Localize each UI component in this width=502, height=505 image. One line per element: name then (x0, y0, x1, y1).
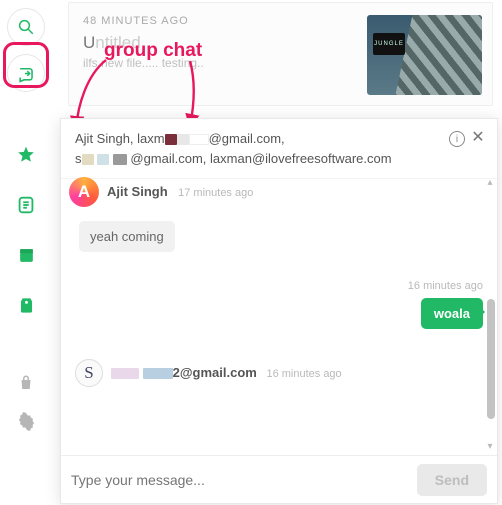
chat-panel: Ajit Singh, laxm@gmail.com, s @gmail.com… (60, 118, 498, 504)
sidebar (0, 0, 52, 505)
star-icon[interactable] (7, 136, 45, 174)
message-item: S 2@gmail.com 16 minutes ago (75, 359, 483, 387)
inbox-arrow-icon[interactable] (7, 54, 45, 92)
chat-participants: Ajit Singh, laxm@gmail.com, s @gmail.com… (61, 119, 497, 179)
info-icon[interactable]: i (449, 131, 465, 147)
message-author: Ajit Singh (107, 184, 168, 199)
avatar: S (75, 359, 103, 387)
message-bubble: yeah coming (79, 221, 175, 252)
search-icon[interactable] (7, 8, 45, 46)
scroll-down-icon[interactable]: ▾ (485, 441, 495, 453)
note-thumbnail: JUNGLE (367, 15, 482, 95)
message-time: 16 minutes ago (75, 280, 483, 292)
chat-input-bar: Send (61, 455, 497, 503)
close-icon[interactable]: ✕ (469, 129, 487, 147)
message-item: A Ajit Singh 17 minutes ago (75, 183, 483, 207)
message-time: 16 minutes ago (266, 368, 341, 380)
message-input[interactable] (71, 472, 409, 488)
message-author: 2@gmail.com (111, 365, 260, 380)
message-time: 17 minutes ago (178, 187, 253, 199)
scroll-up-icon[interactable]: ▴ (485, 177, 495, 189)
send-button[interactable]: Send (417, 464, 487, 496)
chat-messages: A Ajit Singh 17 minutes ago yeah coming … (61, 175, 497, 455)
avatar: A (69, 177, 99, 207)
document-outline-icon[interactable] (7, 186, 45, 224)
book-icon[interactable] (7, 236, 45, 274)
tag-icon[interactable] (7, 286, 45, 324)
message-bubble-own: woala (421, 298, 483, 329)
shopping-bag-icon[interactable] (15, 372, 37, 394)
gear-icon[interactable] (15, 410, 37, 432)
scrollbar-thumb[interactable] (487, 299, 495, 419)
note-card[interactable]: 48 MINUTES AGO Untitled ilfs new file...… (68, 2, 493, 106)
